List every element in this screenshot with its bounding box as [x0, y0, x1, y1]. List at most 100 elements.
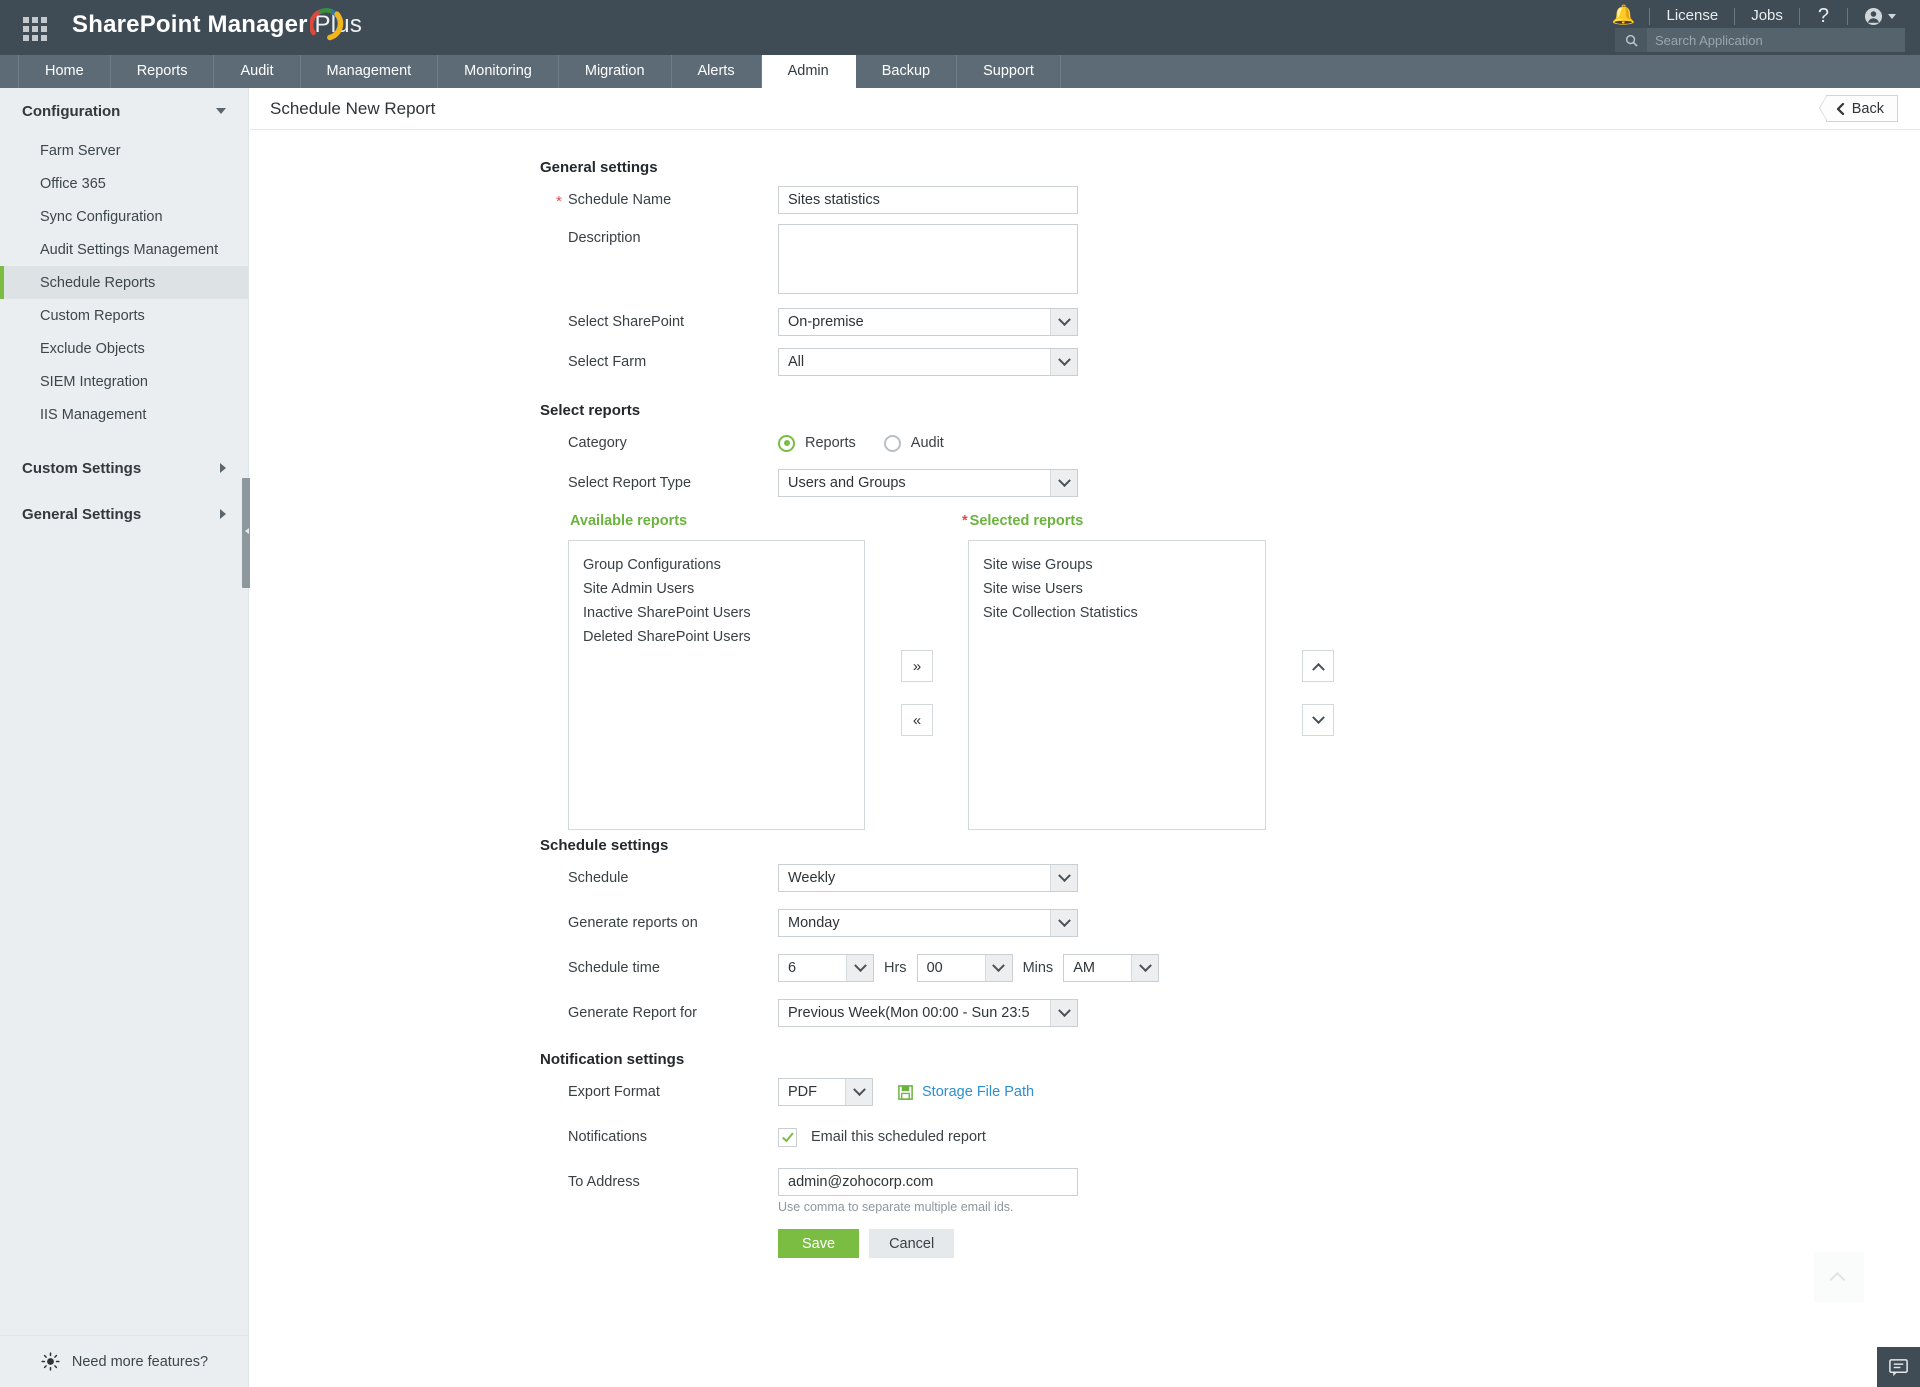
- app-grid-icon[interactable]: [20, 14, 50, 44]
- tab-backup[interactable]: Backup: [856, 55, 958, 88]
- chevron-down-icon: [216, 108, 226, 114]
- list-item[interactable]: Site Admin Users: [569, 577, 864, 601]
- available-reports-heading: Available reports: [570, 513, 688, 529]
- form-actions: Save Cancel: [250, 1229, 1920, 1258]
- to-address-input[interactable]: [778, 1168, 1078, 1196]
- list-item[interactable]: Site Collection Statistics: [969, 601, 1265, 625]
- move-left-button[interactable]: «: [901, 704, 933, 736]
- tab-migration[interactable]: Migration: [559, 55, 672, 88]
- move-up-button[interactable]: [1302, 650, 1334, 682]
- label-text: To Address: [568, 1174, 640, 1190]
- list-item[interactable]: Deleted SharePoint Users: [569, 625, 864, 649]
- mins-unit-label: Mins: [1022, 960, 1054, 976]
- chevron-down-icon: [1888, 13, 1896, 19]
- left-sidebar: Configuration Farm Server Office 365 Syn…: [0, 88, 254, 1387]
- list-item[interactable]: Site wise Groups: [969, 553, 1265, 577]
- back-button[interactable]: Back: [1818, 95, 1898, 122]
- radio-reports[interactable]: [778, 434, 795, 452]
- need-more-features-link[interactable]: Need more features?: [0, 1335, 249, 1387]
- schedule-dropdown[interactable]: Weekly: [778, 864, 1078, 892]
- generate-reports-on-dropdown[interactable]: Monday: [778, 909, 1078, 937]
- available-reports-list[interactable]: Group Configurations Site Admin Users In…: [568, 540, 865, 830]
- tab-alerts[interactable]: Alerts: [672, 55, 762, 88]
- sidebar-item-label: Exclude Objects: [40, 340, 145, 357]
- sidebar-item-label: SIEM Integration: [40, 373, 148, 390]
- list-item[interactable]: Inactive SharePoint Users: [569, 601, 864, 625]
- field-export-format: Export Format PDF Storage File Path: [250, 1078, 1920, 1106]
- tab-audit[interactable]: Audit: [214, 55, 301, 88]
- report-type-dropdown[interactable]: Users and Groups: [778, 469, 1078, 497]
- tab-support[interactable]: Support: [957, 55, 1061, 88]
- selected-reports-heading: * Selected reports: [962, 513, 1083, 529]
- storage-file-path-link[interactable]: Storage File Path: [897, 1084, 1034, 1101]
- page-title: Schedule New Report: [270, 98, 436, 118]
- field-to-address: To Address: [250, 1168, 1920, 1196]
- description-textarea[interactable]: [778, 224, 1078, 294]
- sidebar-item-schedule-reports[interactable]: Schedule Reports: [0, 266, 248, 299]
- save-button[interactable]: Save: [778, 1229, 860, 1258]
- radio-audit-label[interactable]: Audit: [911, 435, 944, 451]
- email-report-checkbox-label[interactable]: Email this scheduled report: [811, 1129, 986, 1145]
- category-label: Category: [250, 429, 778, 457]
- field-schedule-name: * Schedule Name: [250, 186, 1920, 214]
- scroll-to-top-button[interactable]: [1814, 1252, 1864, 1302]
- user-menu[interactable]: [1848, 7, 1904, 26]
- select-farm-dropdown[interactable]: All: [778, 348, 1078, 376]
- tab-monitoring[interactable]: Monitoring: [438, 55, 559, 88]
- top-header-bar: SharePoint Manager Plus 🔔 License Jobs ?: [0, 0, 1920, 60]
- sidebar-item-exclude-objects[interactable]: Exclude Objects: [0, 332, 248, 365]
- sidebar-item-label: Audit Settings Management: [40, 241, 219, 258]
- tab-home[interactable]: Home: [18, 55, 111, 88]
- schedule-name-input[interactable]: [778, 186, 1078, 214]
- selected-value: AM: [1073, 960, 1095, 976]
- radio-audit[interactable]: [883, 434, 901, 452]
- email-report-checkbox[interactable]: [778, 1127, 797, 1147]
- field-select-farm: Select Farm All: [250, 348, 1920, 376]
- cancel-button[interactable]: Cancel: [869, 1229, 955, 1258]
- sidebar-item-farm-server[interactable]: Farm Server: [0, 134, 248, 167]
- report-type-label: Select Report Type: [250, 469, 778, 497]
- sidebar-item-label: IIS Management: [40, 406, 147, 423]
- sidebar-item-label: Schedule Reports: [40, 274, 156, 291]
- sidebar-item-audit-settings-management[interactable]: Audit Settings Management: [0, 233, 248, 266]
- tab-reports[interactable]: Reports: [111, 55, 215, 88]
- tab-admin[interactable]: Admin: [761, 55, 856, 88]
- user-avatar-icon: [1864, 7, 1883, 25]
- sidebar-item-iis-management[interactable]: IIS Management: [0, 398, 248, 431]
- chat-support-button[interactable]: [1877, 1347, 1920, 1387]
- search-box[interactable]: [1615, 28, 1905, 52]
- sidebar-section-general-settings[interactable]: General Settings: [0, 491, 248, 537]
- selected-value: Monday: [788, 915, 840, 931]
- select-sharepoint-dropdown[interactable]: On-premise: [778, 308, 1078, 336]
- sidebar-section-configuration[interactable]: Configuration: [0, 88, 248, 134]
- export-format-dropdown[interactable]: PDF: [778, 1078, 873, 1106]
- search-input[interactable]: [1647, 28, 1905, 52]
- label-text: Notifications: [568, 1129, 647, 1145]
- move-right-button[interactable]: »: [901, 650, 933, 682]
- sidebar-item-custom-reports[interactable]: Custom Reports: [0, 299, 248, 332]
- sidebar-item-sync-configuration[interactable]: Sync Configuration: [0, 200, 248, 233]
- main-nav-bar: Home Reports Audit Management Monitoring…: [0, 55, 1920, 135]
- sidebar-section-custom-settings[interactable]: Custom Settings: [0, 445, 248, 491]
- sidebar-item-office-365[interactable]: Office 365: [0, 167, 248, 200]
- schedule-meridiem-dropdown[interactable]: AM: [1063, 954, 1160, 982]
- radio-reports-label[interactable]: Reports: [805, 435, 856, 451]
- generate-report-for-dropdown[interactable]: Previous Week(Mon 00:00 - Sun 23:5: [778, 999, 1078, 1027]
- list-item[interactable]: Site wise Users: [969, 577, 1265, 601]
- move-down-button[interactable]: [1302, 704, 1334, 736]
- sidebar-item-siem-integration[interactable]: SIEM Integration: [0, 365, 248, 398]
- field-notifications: Notifications Email this scheduled repor…: [250, 1123, 1920, 1151]
- chevron-down-icon: [846, 955, 873, 981]
- floppy-save-icon: [898, 1084, 913, 1100]
- label-text: Category: [568, 435, 627, 451]
- schedule-hour-dropdown[interactable]: 6: [778, 954, 874, 982]
- schedule-minute-dropdown[interactable]: 00: [916, 954, 1013, 982]
- sidebar-section-general-settings-label: General Settings: [22, 505, 142, 523]
- list-item[interactable]: Group Configurations: [569, 553, 864, 577]
- label-text: Select SharePoint: [568, 314, 685, 330]
- selected-reports-list[interactable]: Site wise Groups Site wise Users Site Co…: [968, 540, 1266, 830]
- chevron-up-icon: [1829, 1271, 1845, 1287]
- chevron-down-icon: [1050, 349, 1077, 375]
- tab-management[interactable]: Management: [301, 55, 439, 88]
- label-text: Select Farm: [568, 354, 647, 370]
